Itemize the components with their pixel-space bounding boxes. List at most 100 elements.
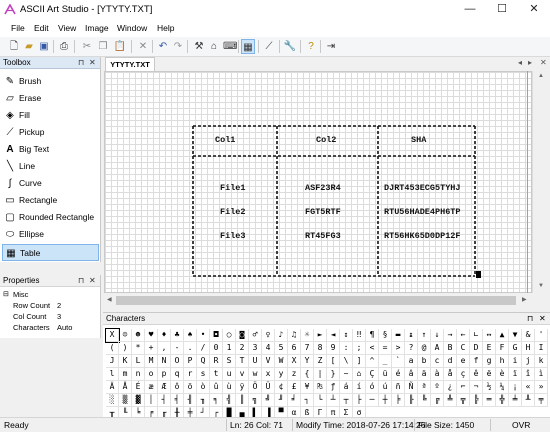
tool-curve[interactable]: ∫ Curve	[2, 175, 99, 192]
character-cell[interactable]: J	[106, 355, 119, 368]
pin-icon[interactable]: ⊓	[527, 313, 533, 325]
character-cell[interactable]: [	[327, 355, 340, 368]
character-cell[interactable]: ⌐	[457, 381, 470, 394]
character-cell[interactable]: &	[522, 329, 535, 342]
tool-big-text[interactable]: A Big Text	[2, 141, 99, 158]
character-cell[interactable]: X	[105, 328, 120, 343]
character-cell[interactable]: ö	[184, 381, 197, 394]
character-cell[interactable]: ┐	[301, 394, 314, 407]
tab-scroll-right-icon[interactable]: ▸	[528, 58, 532, 67]
character-cell[interactable]: i	[509, 355, 522, 368]
menu-help[interactable]: Help	[157, 23, 174, 33]
export-icon[interactable]: ⌂	[207, 39, 221, 54]
character-cell[interactable]: ☻	[132, 329, 145, 342]
new-file-icon[interactable]: 🗋	[7, 39, 21, 54]
character-cell[interactable]: Ä	[106, 381, 119, 394]
character-cell[interactable]: _	[379, 355, 392, 368]
character-cell[interactable]: í	[353, 381, 366, 394]
tools-icon[interactable]: ⚒	[192, 39, 206, 54]
character-cell[interactable]: ;	[353, 342, 366, 355]
character-cell[interactable]: p	[158, 368, 171, 381]
menu-window[interactable]: Window	[117, 23, 147, 33]
property-row[interactable]: Col Count 3	[0, 312, 101, 322]
undo-icon[interactable]: ↶	[156, 39, 170, 54]
character-cell[interactable]: ¢	[275, 381, 288, 394]
close-icon[interactable]: ✕	[89, 275, 96, 286]
character-cell[interactable]: @	[418, 342, 431, 355]
character-cell[interactable]: ƒ	[327, 381, 340, 394]
character-cell[interactable]: ╩	[444, 394, 457, 407]
character-cell[interactable]: ï	[509, 368, 522, 381]
grid-icon[interactable]: ▦	[241, 39, 255, 54]
character-cell[interactable]: ¬	[470, 381, 483, 394]
character-cell[interactable]: R	[210, 355, 223, 368]
print-icon[interactable]: ⎙	[57, 39, 71, 54]
character-cell[interactable]: ╛	[288, 394, 301, 407]
minimize-button[interactable]: —	[454, 0, 486, 20]
pin-icon[interactable]: ⊓	[78, 275, 84, 286]
character-cell[interactable]: 5	[275, 342, 288, 355]
exit-icon[interactable]: ⇥	[324, 39, 338, 54]
character-cell[interactable]: ë	[483, 368, 496, 381]
property-group[interactable]: ⊟ Misc	[0, 290, 101, 300]
character-cell[interactable]: ô	[171, 381, 184, 394]
tab-scroll-left-icon[interactable]: ◂	[518, 58, 522, 67]
character-cell[interactable]: j	[522, 355, 535, 368]
character-cell[interactable]: ╟	[405, 394, 418, 407]
character-cell[interactable]: 3	[249, 342, 262, 355]
character-cell[interactable]: ╦	[457, 394, 470, 407]
maximize-button[interactable]: ☐	[486, 0, 518, 20]
character-cell[interactable]: d	[444, 355, 457, 368]
character-cell[interactable]: u	[223, 368, 236, 381]
character-cell[interactable]: ▲	[496, 329, 509, 342]
character-cell[interactable]: ╚	[418, 394, 431, 407]
character-cell[interactable]: r	[184, 368, 197, 381]
close-icon[interactable]: ✕	[539, 313, 546, 325]
character-cell[interactable]: f	[470, 355, 483, 368]
character-cell[interactable]: ─	[366, 394, 379, 407]
horizontal-scrollbar[interactable]: ◀ ▶	[104, 293, 532, 308]
character-cell[interactable]: ?	[405, 342, 418, 355]
character-cell[interactable]: 6	[288, 342, 301, 355]
character-cell[interactable]: æ	[145, 381, 158, 394]
character-cell[interactable]: 4	[262, 342, 275, 355]
character-cell[interactable]: Q	[197, 355, 210, 368]
tool-rectangle[interactable]: ▭ Rectangle	[2, 192, 99, 209]
character-cell[interactable]: ù	[223, 381, 236, 394]
character-cell[interactable]: ∟	[470, 329, 483, 342]
delete-icon[interactable]: ✕	[136, 39, 150, 54]
character-cell[interactable]: N	[158, 355, 171, 368]
character-cell[interactable]: ♣	[171, 329, 184, 342]
character-cell[interactable]: ►	[314, 329, 327, 342]
character-cell[interactable]: ┴	[327, 394, 340, 407]
character-cell[interactable]: 2	[236, 342, 249, 355]
property-value[interactable]: 3	[57, 312, 61, 322]
character-cell[interactable]: ╖	[197, 394, 210, 407]
character-cell[interactable]: ♂	[249, 329, 262, 342]
character-cell[interactable]: <	[366, 342, 379, 355]
character-cell[interactable]: O	[171, 355, 184, 368]
character-cell[interactable]: ╬	[496, 394, 509, 407]
tool-rounded-rectangle[interactable]: ▢ Rounded Rectangle	[2, 209, 99, 226]
character-cell[interactable]: h	[496, 355, 509, 368]
character-cell[interactable]: ¶	[366, 329, 379, 342]
character-cell[interactable]: ╕	[210, 394, 223, 407]
character-cell[interactable]: x	[262, 368, 275, 381]
property-row[interactable]: Row Count 2	[0, 301, 101, 311]
character-cell[interactable]: m	[119, 368, 132, 381]
character-cell[interactable]: 0	[210, 342, 223, 355]
character-cell[interactable]: C	[457, 342, 470, 355]
character-cell[interactable]: X	[288, 355, 301, 368]
character-cell[interactable]: '	[535, 329, 548, 342]
character-cell[interactable]: è	[496, 368, 509, 381]
character-cell[interactable]: ╢	[184, 394, 197, 407]
character-cell[interactable]: ┤	[158, 394, 171, 407]
character-cell[interactable]: ‼	[353, 329, 366, 342]
character-cell[interactable]: ♀	[262, 329, 275, 342]
character-cell[interactable]: ▓	[132, 394, 145, 407]
character-cell[interactable]: Ñ	[405, 381, 418, 394]
tab-ytyty-txt[interactable]: YTYTY.TXT	[105, 57, 155, 71]
character-cell[interactable]: s	[197, 368, 210, 381]
character-cell[interactable]: G	[509, 342, 522, 355]
character-cell[interactable]: t	[210, 368, 223, 381]
